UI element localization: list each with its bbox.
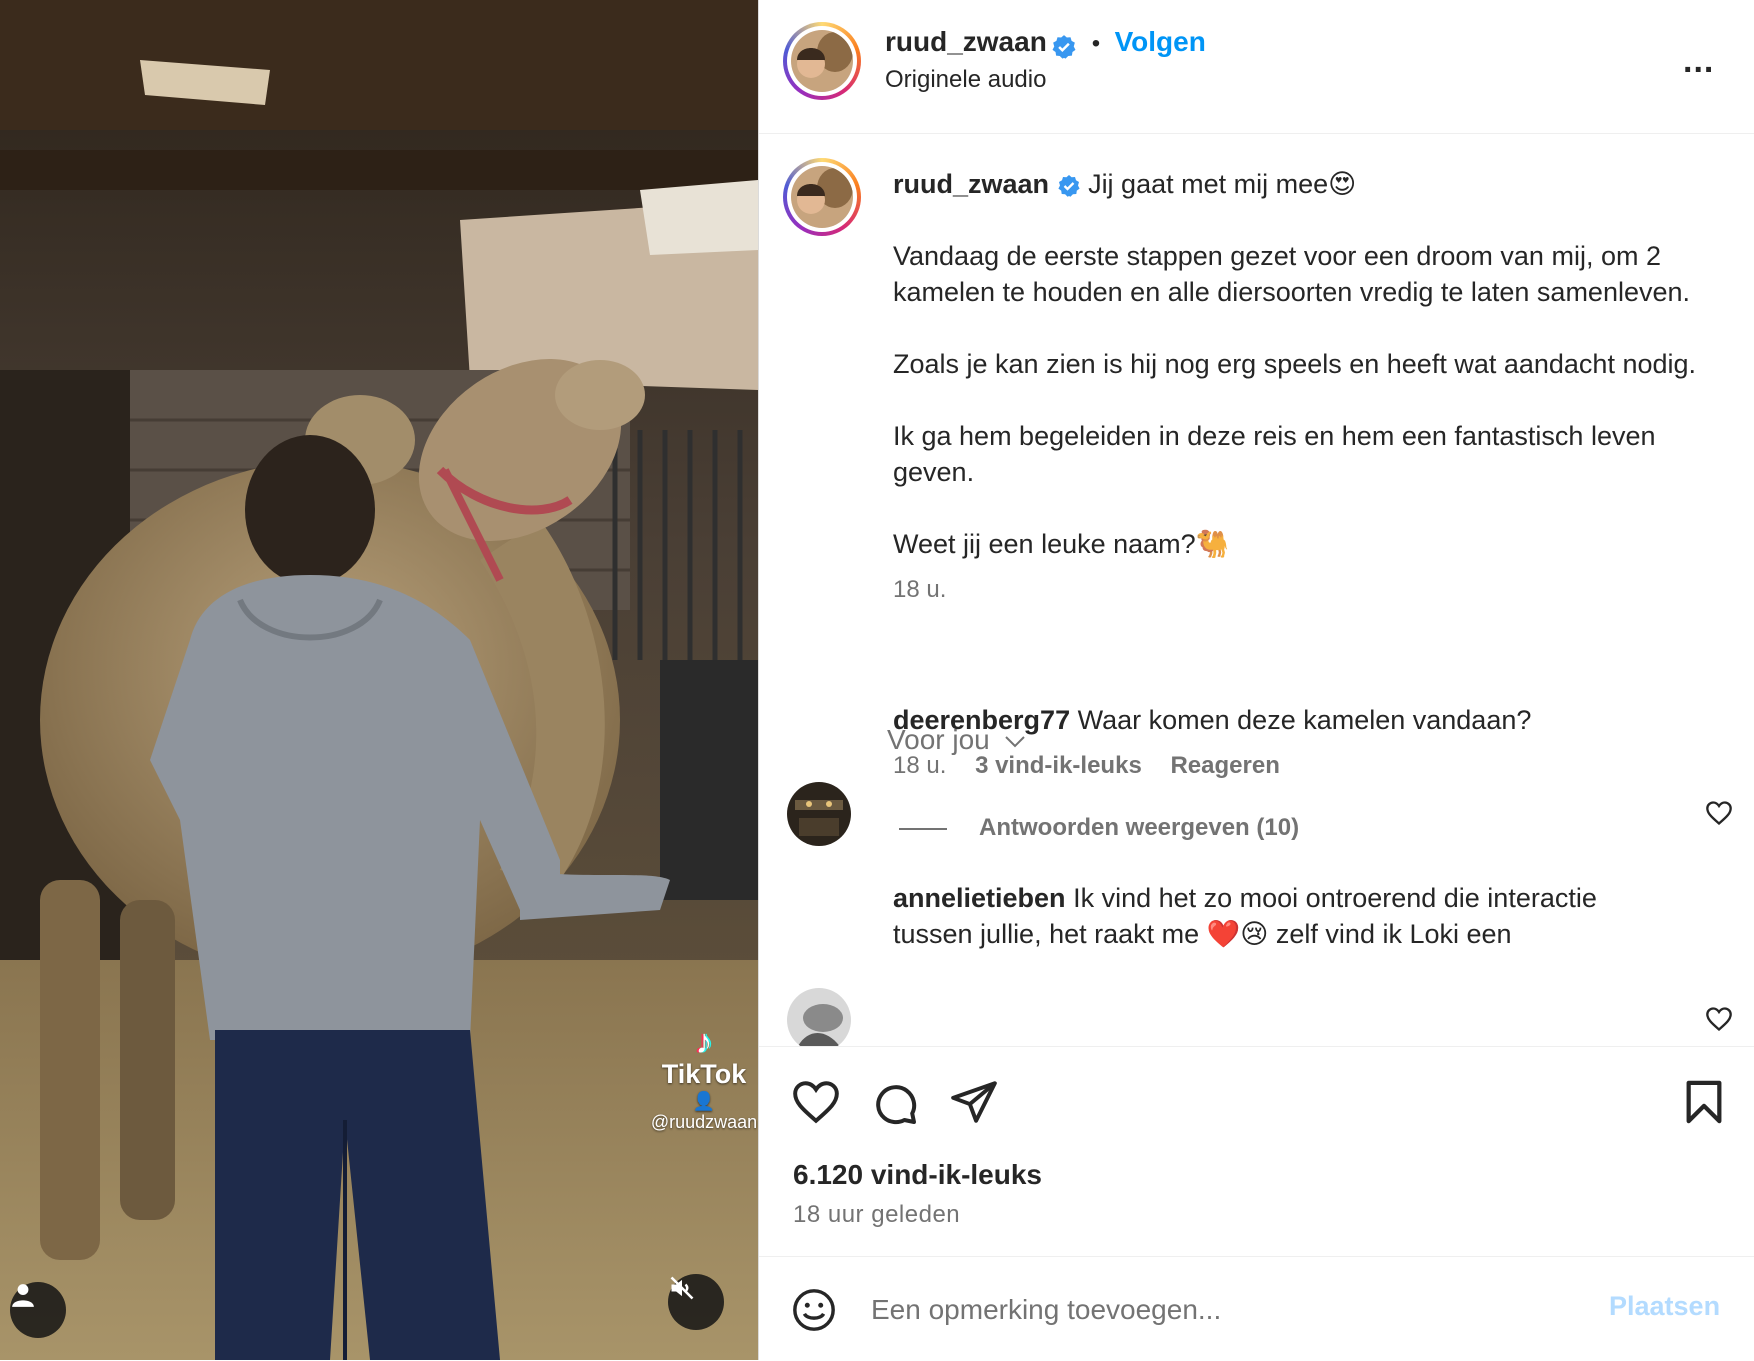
tagged-users-button[interactable] [10,1282,66,1338]
comment-text: Waar komen deze kamelen vandaan? [1077,705,1532,735]
author-username[interactable]: ruud_zwaan [885,26,1047,57]
reply-divider [899,828,947,830]
mute-toggle-button[interactable] [668,1274,724,1330]
verified-badge-icon [1057,174,1080,197]
user-glyph-icon: 👤 [692,1091,716,1111]
avatar-image [787,782,851,846]
audio-label[interactable]: Originele audio [885,66,1046,94]
save-bookmark-icon[interactable] [1683,1079,1725,1125]
like-heart-icon[interactable] [791,1079,841,1125]
header-user-line: ruud_zwaan • Volgen [885,26,1206,60]
verified-badge-icon [1052,34,1076,59]
avatar-image [791,30,853,92]
tiktok-watermark-brand: TikTok [661,1059,747,1089]
comment-time[interactable]: 18 u. [893,752,946,779]
header-dot-separator: • [1091,30,1101,57]
caption-line: Weet jij een leuke naam?🐫 [893,529,1230,559]
comment-like-count[interactable]: 3 vind-ik-leuks [975,752,1142,779]
commenter-avatar[interactable] [787,782,851,846]
view-replies-button[interactable]: Antwoorden weergeven (10) [979,814,1299,842]
post-comment-button[interactable]: Plaatsen [1609,1291,1720,1322]
comment-like-heart-icon[interactable] [1705,1006,1733,1032]
post-details-panel: ruud_zwaan • Volgen Originele audio ... [758,0,1754,1360]
tiktok-watermark: ♪ TikTok 👤@ruudzwaan [650,1025,758,1133]
caption-line: Zoals je kan zien is hij nog erg speels … [893,349,1697,379]
comment-input[interactable] [869,1287,1553,1333]
tiktok-watermark-handle: 👤@ruudzwaan [650,1091,758,1132]
reel-video[interactable]: ♪ TikTok 👤@ruudzwaan [0,0,758,1360]
caption-line: Vandaag de eerste stappen gezet voor een… [893,241,1691,307]
comment-like-heart-icon[interactable] [1705,800,1733,826]
post-caption: ruud_zwaan Jij gaat met mij mee😍 Vandaag… [893,166,1733,608]
tiktok-logo-icon: ♪ [695,1023,713,1061]
reply-button[interactable]: Reageren [1170,752,1279,779]
comment-username[interactable]: annelietieben [893,883,1066,913]
more-options-button[interactable]: ... [1683,42,1714,81]
avatar-image [787,988,851,1046]
post-actions: 6.120 vind-ik-leuks 18 uur geleden [759,1046,1754,1257]
caption-line: Ik ga hem begeleiden in deze reis en hem… [893,421,1656,487]
emoji-smiley-icon[interactable] [791,1287,837,1333]
speaker-muted-icon [670,1276,694,1300]
caption-time[interactable]: 18 u. [893,572,1733,608]
comments-scroll-area[interactable]: ruud_zwaan Jij gaat met mij mee😍 Vandaag… [759,134,1754,1046]
caption-line: Jij gaat met mij mee😍 [1088,169,1357,199]
comment-item: annelietieben Ik vind het zo mooi ontroe… [893,880,1683,952]
add-comment-bar: Plaatsen [759,1256,1754,1361]
post-time-ago[interactable]: 18 uur geleden [793,1201,960,1229]
comment-bubble-icon[interactable] [871,1079,919,1127]
comment-username[interactable]: deerenberg77 [893,705,1070,735]
comment-item: deerenberg77 Waar komen deze kamelen van… [893,702,1683,738]
author-avatar[interactable] [783,22,861,100]
comment-meta: 18 u. 3 vind-ik-leuks Reageren [893,752,1302,780]
caption-author-avatar[interactable] [783,158,861,236]
post-header: ruud_zwaan • Volgen Originele audio ... [759,0,1754,134]
video-frame [0,0,758,1360]
avatar-image [791,166,853,228]
caption-username[interactable]: ruud_zwaan [893,169,1049,199]
share-send-icon[interactable] [949,1077,999,1127]
commenter-avatar[interactable] [787,988,851,1046]
user-icon [12,1284,34,1307]
like-count[interactable]: 6.120 vind-ik-leuks [793,1159,1042,1191]
follow-button[interactable]: Volgen [1115,26,1206,57]
